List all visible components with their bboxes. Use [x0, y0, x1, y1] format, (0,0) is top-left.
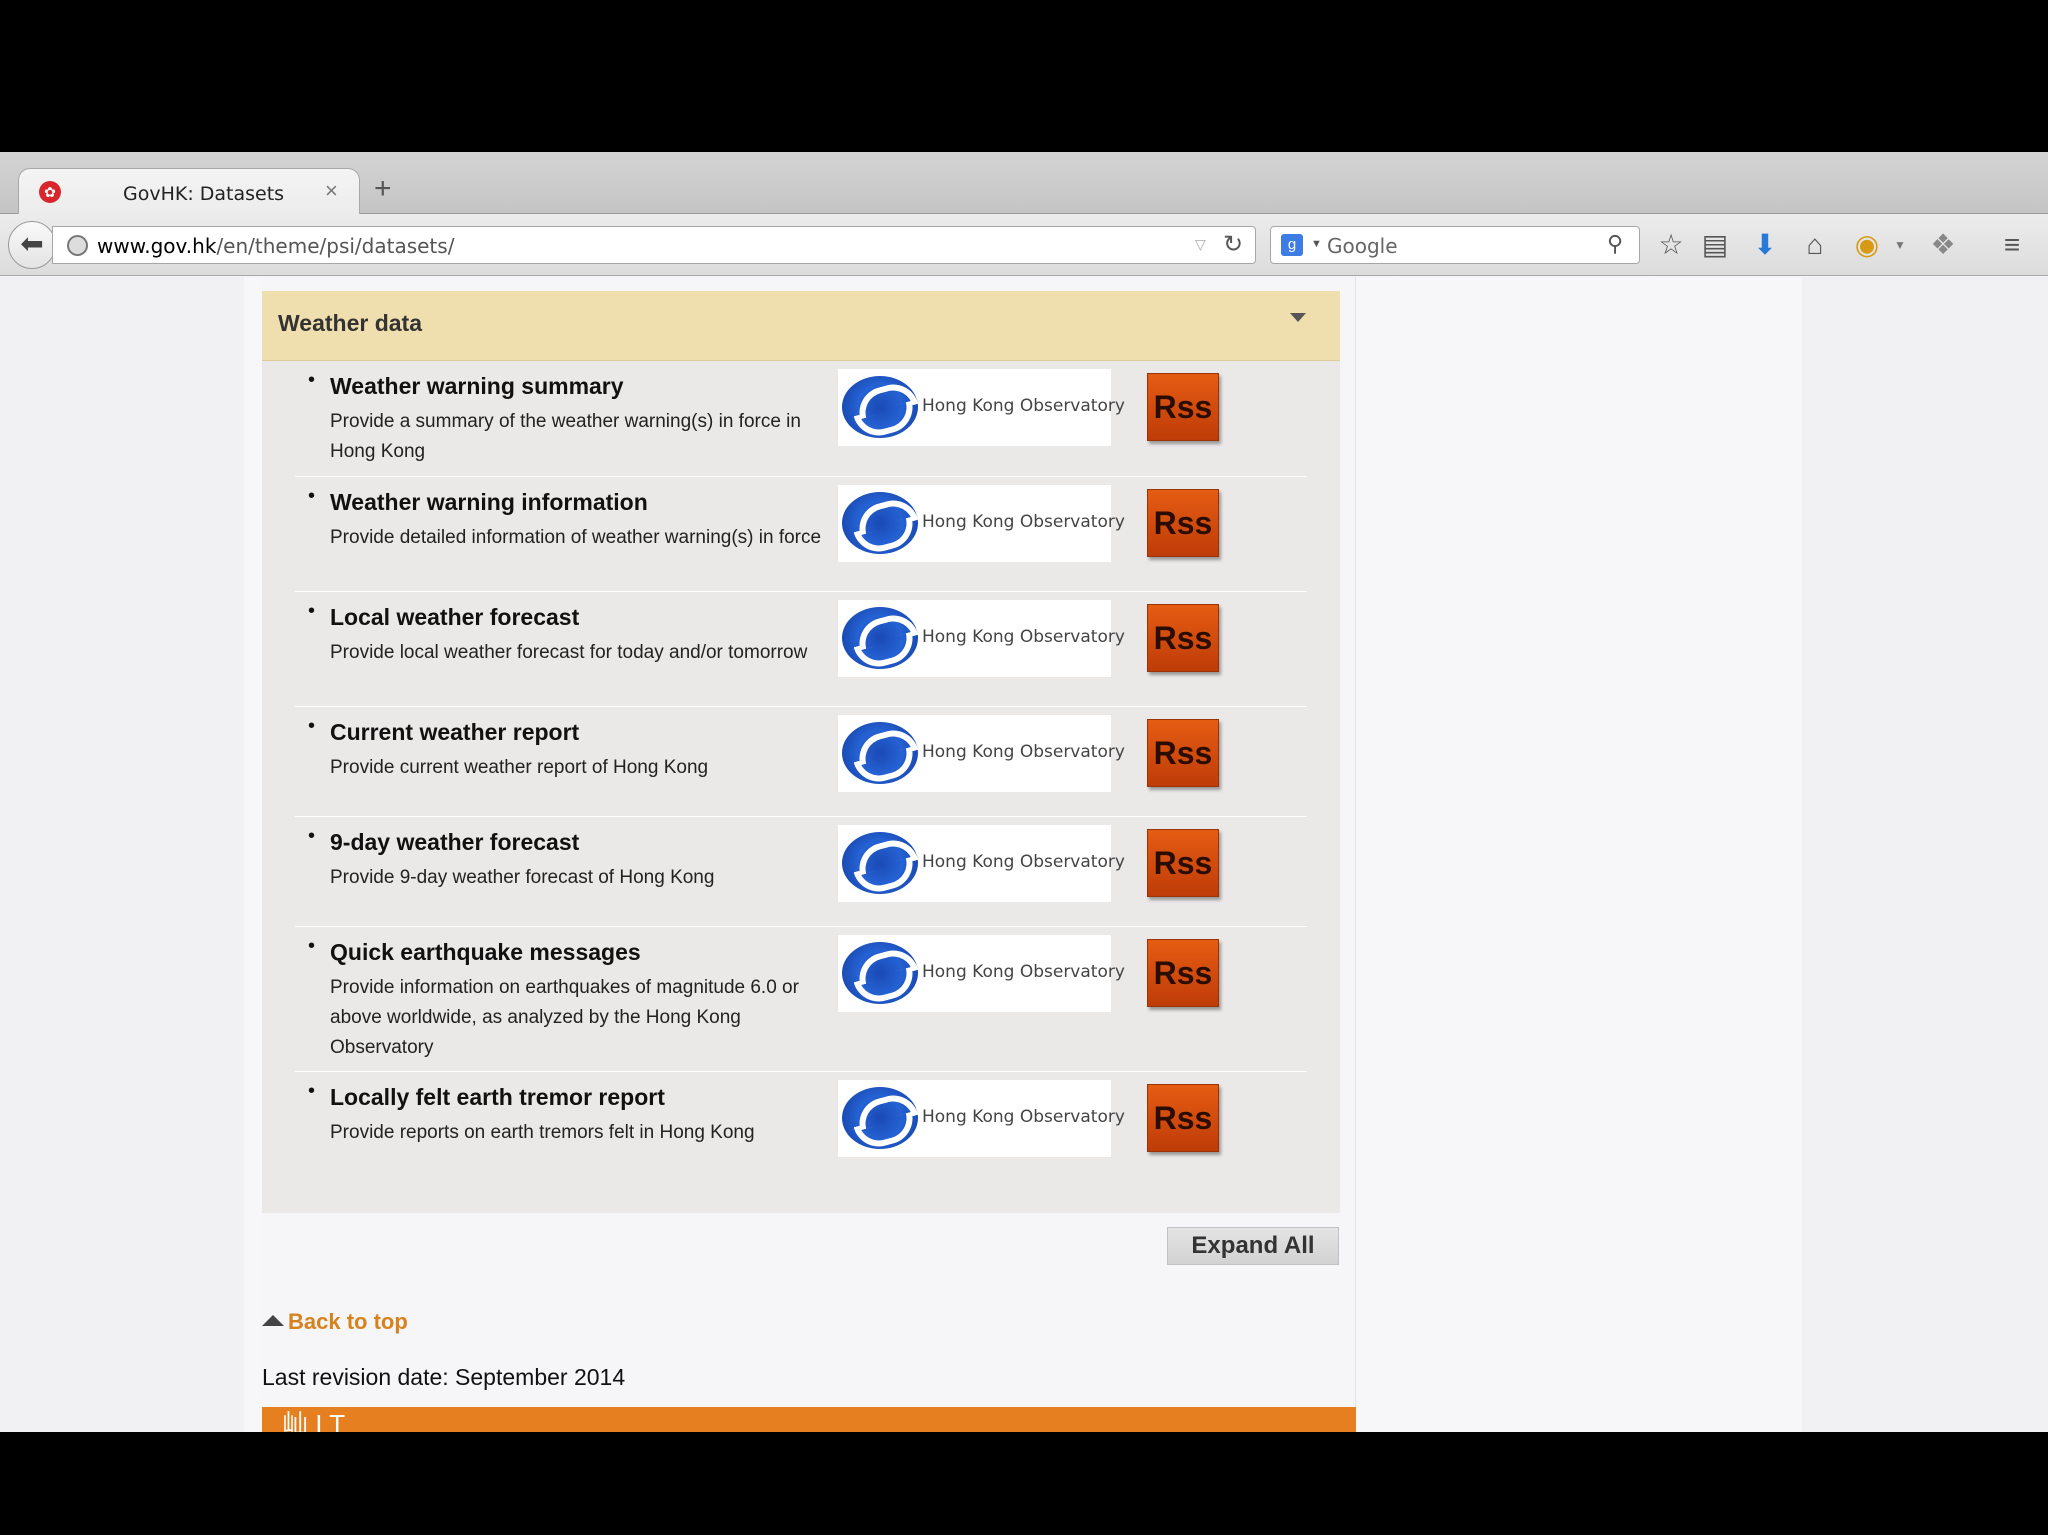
weather-data-accordion-header[interactable]: Weather data: [262, 291, 1340, 361]
downloads-icon[interactable]: ⬇: [1748, 228, 1782, 262]
up-triangle-icon: [262, 1315, 284, 1326]
footer-band: 屾 I T: [262, 1407, 1356, 1432]
globe-icon: [67, 235, 88, 256]
rss-button[interactable]: Rss: [1147, 604, 1219, 672]
back-to-top-link[interactable]: Back to top: [262, 1309, 408, 1335]
search-bar[interactable]: g ▼ Google ⚲: [1270, 226, 1640, 264]
hko-emblem-icon: [842, 832, 918, 894]
page-viewport: Weather data • Weather warning summary P…: [0, 277, 2048, 1432]
rss-button[interactable]: Rss: [1147, 1084, 1219, 1152]
back-to-top-label: Back to top: [288, 1309, 408, 1334]
url-text[interactable]: www.gov.hk/en/theme/psi/datasets/: [97, 234, 454, 258]
bookmarks-list-icon[interactable]: ▤: [1698, 228, 1732, 262]
url-history-dropdown-icon[interactable]: ▽: [1195, 236, 1206, 253]
provider-name: Hong Kong Observatory: [922, 1107, 1125, 1127]
list-item: • Quick earthquake messages Provide info…: [295, 927, 1307, 1072]
govhk-favicon-icon: ✿: [39, 181, 61, 203]
dataset-title: Quick earthquake messages: [330, 939, 641, 965]
rss-button[interactable]: Rss: [1147, 719, 1219, 787]
expand-all-button[interactable]: Expand All: [1167, 1227, 1339, 1265]
dataset-title: Weather warning information: [330, 489, 648, 515]
provider-name: Hong Kong Observatory: [922, 852, 1125, 872]
accordion-title: Weather data: [278, 310, 423, 336]
browser-window: ✿ GovHK: Datasets × + ⬅ www.gov.hk/en/th…: [0, 152, 2048, 1432]
tab-title: GovHK: Datasets: [123, 183, 285, 205]
url-bar[interactable]: www.gov.hk/en/theme/psi/datasets/ ▽ ↻: [52, 226, 1256, 264]
hko-emblem-icon: [842, 607, 918, 669]
home-icon[interactable]: ⌂: [1798, 228, 1832, 262]
hko-logo-link[interactable]: Hong Kong Observatory: [838, 485, 1125, 562]
provider-name: Hong Kong Observatory: [922, 396, 1125, 416]
dataset-title: Weather warning summary: [330, 373, 624, 399]
list-item: • 9-day weather forecast Provide 9-day w…: [295, 817, 1307, 927]
hko-logo-link[interactable]: Hong Kong Observatory: [838, 1080, 1125, 1157]
hko-logo-link[interactable]: Hong Kong Observatory: [838, 935, 1125, 1012]
collapse-caret-icon[interactable]: [1290, 313, 1306, 322]
main-content: Weather data • Weather warning summary P…: [262, 277, 1356, 1432]
hko-emblem-icon: [842, 942, 918, 1004]
bullet-icon: •: [308, 1080, 316, 1102]
tab-govhk-datasets[interactable]: ✿ GovHK: Datasets ×: [18, 168, 360, 215]
footer-logo-glyph: 屾 I T: [282, 1409, 346, 1432]
search-engine-caret-icon[interactable]: ▼: [1311, 238, 1322, 250]
hko-emblem-icon: [842, 492, 918, 554]
dataset-title: Current weather report: [330, 719, 580, 745]
dataset-title: 9-day weather forecast: [330, 829, 580, 855]
hko-emblem-icon: [842, 722, 918, 784]
list-item: • Weather warning summary Provide a summ…: [295, 361, 1307, 477]
bullet-icon: •: [308, 935, 316, 957]
rss-button[interactable]: Rss: [1147, 829, 1219, 897]
addon2-icon[interactable]: ❖: [1926, 228, 1960, 262]
bookmark-star-icon[interactable]: ☆: [1654, 228, 1688, 262]
rss-button[interactable]: Rss: [1147, 939, 1219, 1007]
list-item: • Locally felt earth tremor report Provi…: [295, 1072, 1307, 1182]
provider-name: Hong Kong Observatory: [922, 627, 1125, 647]
dataset-description: Provide detailed information of weather …: [330, 527, 822, 548]
weather-data-list: • Weather warning summary Provide a summ…: [262, 361, 1340, 1213]
last-revision-date: Last revision date: September 2014: [262, 1364, 626, 1390]
url-host: www.gov.hk: [97, 234, 217, 258]
hko-logo-link[interactable]: Hong Kong Observatory: [838, 715, 1125, 792]
hko-logo-link[interactable]: Hong Kong Observatory: [838, 369, 1125, 446]
menu-icon[interactable]: ≡: [1995, 228, 2029, 262]
search-input[interactable]: Google: [1327, 234, 1398, 258]
google-search-engine-icon[interactable]: g: [1281, 234, 1303, 256]
reload-icon[interactable]: ↻: [1223, 230, 1243, 259]
list-item: • Weather warning information Provide de…: [295, 477, 1307, 592]
back-arrow-icon[interactable]: ⬅: [8, 221, 56, 269]
tab-strip: ✿ GovHK: Datasets × +: [0, 152, 2048, 215]
dataset-title: Locally felt earth tremor report: [330, 1084, 665, 1110]
search-icon[interactable]: ⚲: [1607, 231, 1623, 257]
provider-name: Hong Kong Observatory: [922, 742, 1125, 762]
hko-emblem-icon: [842, 1087, 918, 1149]
provider-name: Hong Kong Observatory: [922, 512, 1125, 532]
list-item: • Local weather forecast Provide local w…: [295, 592, 1307, 707]
dataset-description: Provide information on earthquakes of ma…: [330, 977, 799, 1058]
dataset-title: Local weather forecast: [330, 604, 580, 630]
hko-emblem-icon: [842, 376, 918, 438]
bullet-icon: •: [308, 600, 316, 622]
hko-logo-link[interactable]: Hong Kong Observatory: [838, 825, 1125, 902]
navigation-toolbar: ⬅ www.gov.hk/en/theme/psi/datasets/ ▽ ↻ …: [0, 214, 2048, 276]
dataset-description: Provide a summary of the weather warning…: [330, 411, 801, 462]
bullet-icon: •: [308, 485, 316, 507]
list-item: • Current weather report Provide current…: [295, 707, 1307, 817]
new-tab-button[interactable]: +: [374, 172, 392, 206]
addon-caret-icon[interactable]: ▼: [1894, 238, 1906, 252]
dataset-description: Provide reports on earth tremors felt in…: [330, 1122, 755, 1143]
url-path: /en/theme/psi/datasets/: [216, 234, 455, 258]
close-tab-icon[interactable]: ×: [325, 178, 338, 204]
dataset-description: Provide current weather report of Hong K…: [330, 757, 709, 778]
bullet-icon: •: [308, 369, 316, 391]
provider-name: Hong Kong Observatory: [922, 962, 1125, 982]
bullet-icon: •: [308, 715, 316, 737]
dataset-description: Provide local weather forecast for today…: [330, 642, 808, 663]
dataset-description: Provide 9-day weather forecast of Hong K…: [330, 867, 715, 888]
hko-logo-link[interactable]: Hong Kong Observatory: [838, 600, 1125, 677]
addon-icon[interactable]: ◉: [1850, 228, 1884, 262]
rss-button[interactable]: Rss: [1147, 373, 1219, 441]
rss-button[interactable]: Rss: [1147, 489, 1219, 557]
bullet-icon: •: [308, 825, 316, 847]
